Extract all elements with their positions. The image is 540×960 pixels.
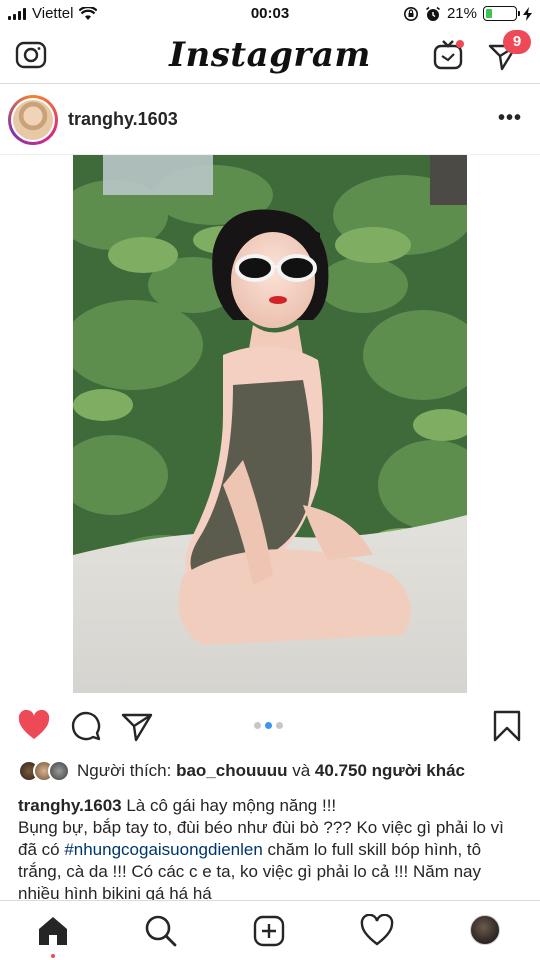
igtv-icon[interactable] [432,38,466,72]
home-icon[interactable] [36,914,70,948]
battery-icon [483,6,520,21]
carousel-indicator [254,722,283,729]
caption-text-1: Là cô gái hay mộng năng !!! [121,796,337,815]
bookmark-icon[interactable] [490,709,524,743]
new-post-icon[interactable] [252,914,286,948]
direct-badge: 9 [503,30,531,54]
likes-prefix: Người thích: [77,761,177,780]
bottom-nav [0,900,540,960]
home-notification-dot [51,954,55,958]
status-bar: Viettel 00:03 21% [0,0,540,28]
post-caption: tranghy.1603 Là cô gái hay mộng năng !!!… [18,795,523,905]
share-icon[interactable] [120,709,154,743]
liker-avatar [48,760,70,782]
caption-username[interactable]: tranghy.1603 [18,796,122,815]
likes-row[interactable]: Người thích: bao_chouuuu và 40.750 người… [18,758,465,784]
caption-hashtag[interactable]: #nhungcogaisuongdienlen [64,840,263,859]
avatar[interactable] [8,95,58,145]
status-right: 21% [403,5,532,22]
liked-by-user[interactable]: bao_chouuuu [176,761,287,780]
more-icon[interactable]: ••• [498,108,522,128]
carousel-dot [265,722,272,729]
charging-icon [523,6,532,21]
profile-avatar[interactable] [470,915,500,945]
likes-conjunction: và [287,761,315,780]
rotation-lock-icon [403,6,418,21]
battery-percent: 21% [446,5,477,22]
comment-icon[interactable] [69,709,103,743]
search-icon[interactable] [144,914,178,948]
likes-text: Người thích: bao_chouuuu và 40.750 người… [77,761,465,781]
post-image[interactable] [73,155,467,693]
carousel-dot [254,722,261,729]
heart-filled-icon[interactable] [17,709,51,743]
alarm-icon [425,6,440,21]
top-nav: Instagram 9 [0,28,540,84]
post-header: tranghy.1603 ••• [0,85,540,155]
post-username[interactable]: tranghy.1603 [68,109,178,130]
carousel-dot [276,722,283,729]
post-actions [0,700,540,752]
activity-icon[interactable] [360,914,394,948]
likes-count[interactable]: 40.750 người khác [315,761,465,780]
